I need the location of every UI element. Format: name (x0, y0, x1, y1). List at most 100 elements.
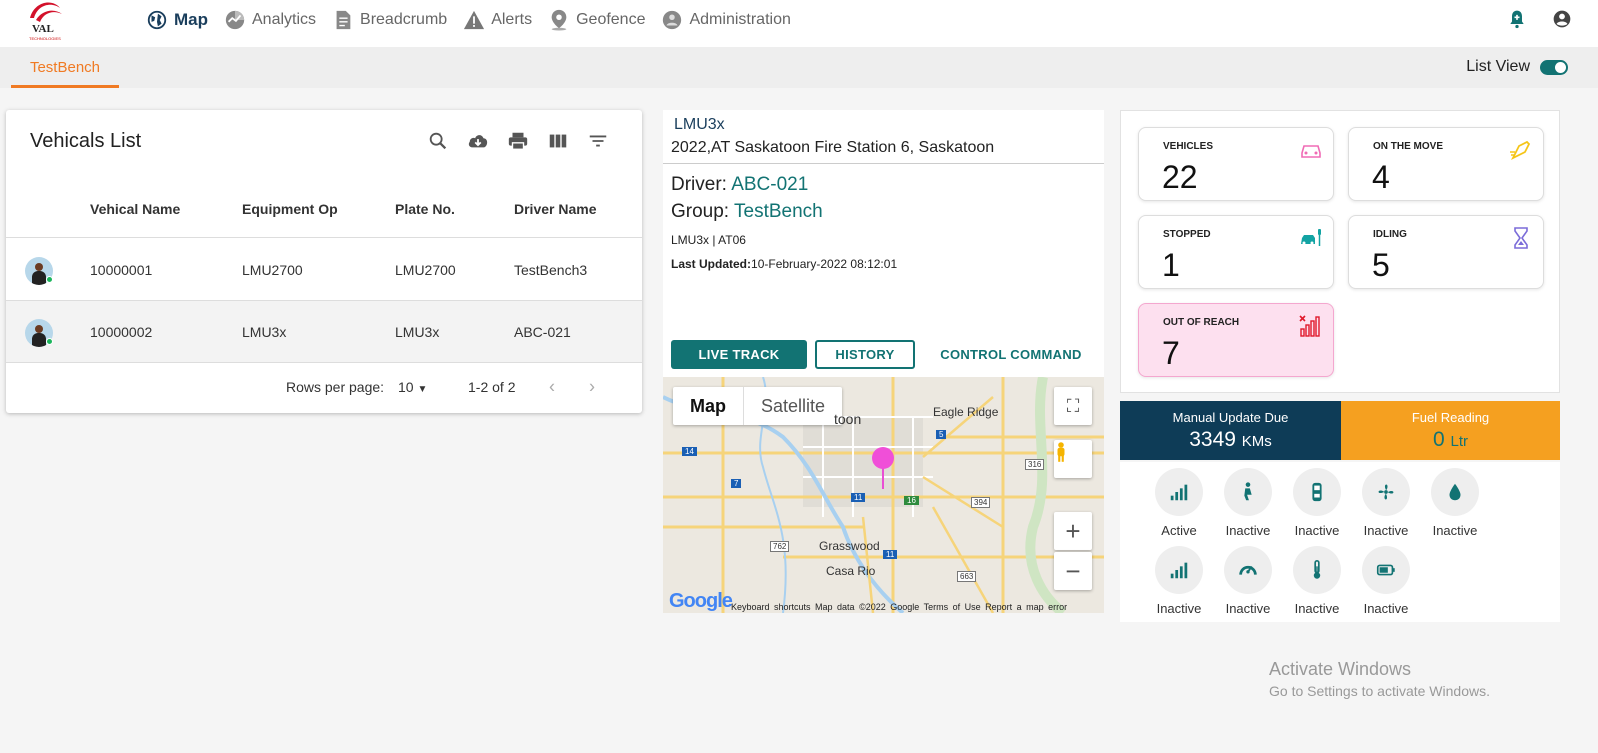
dropdown-arrow-icon: ▼ (417, 384, 428, 395)
map-view[interactable]: Map Satellite ⛶ + − toon Eagle Ridge Gra… (663, 377, 1104, 613)
column-header-vehical-name[interactable]: Vehical Name (90, 201, 180, 217)
device-title: LMU3x (674, 116, 725, 133)
nav-label: Geofence (576, 11, 646, 28)
sensor-status: Inactive (1432, 523, 1478, 538)
speedometer-icon (1239, 565, 1257, 575)
fuel-reading-label: Fuel Reading (1411, 410, 1490, 425)
tab-testbench[interactable]: TestBench (11, 47, 119, 88)
battery-icon (1376, 564, 1395, 576)
tab-bar: TestBench List View (0, 47, 1598, 88)
nav-item-administration[interactable]: Administration (661, 9, 791, 31)
zoom-in-button[interactable]: + (1054, 512, 1092, 550)
stat-idling[interactable]: IDLING 5 (1348, 215, 1544, 289)
next-page-icon[interactable]: › (589, 377, 595, 398)
windows-activation-watermark: Activate Windows Go to Settings to activ… (1269, 659, 1490, 699)
vehicle-list-title: Vehicals List (30, 130, 142, 152)
stat-label: IDLING (1373, 229, 1407, 240)
sensor-status: Inactive (1225, 523, 1271, 538)
group-value: TestBench (734, 201, 823, 222)
stats-panel: VEHICLES 22 ON THE MOVE 4 STOPPED 1 IDLI… (1120, 110, 1560, 393)
stat-out-of-reach[interactable]: OUT OF REACH 7 (1138, 303, 1334, 377)
seat-icon (1244, 482, 1252, 501)
logo-swoosh-icon (30, 2, 62, 22)
column-header-plate[interactable]: Plate No. (395, 201, 455, 217)
map-shield: 663 (957, 571, 977, 582)
list-view-label: List View (1466, 58, 1530, 75)
sensor-seat[interactable]: Inactive (1218, 468, 1278, 538)
device-info: LMU3x | AT06 (671, 233, 746, 247)
driver-value: ABC-021 (731, 174, 809, 195)
sensor-speed[interactable]: Inactive (1218, 546, 1278, 616)
view-columns-icon[interactable] (547, 130, 569, 152)
table-row[interactable]: 10000001 LMU2700 LMU2700 TestBench3 (6, 239, 642, 301)
rows-per-page-select[interactable]: 10 ▼ (398, 379, 427, 395)
nav-label: Analytics (252, 11, 317, 28)
control-command-button[interactable]: CONTROL COMMAND (931, 340, 1091, 369)
nav-label: Alerts (491, 11, 533, 28)
nav-item-alerts[interactable]: Alerts (463, 9, 532, 31)
map-shield: 16 (904, 496, 919, 505)
sensor-signal[interactable]: Active (1149, 468, 1209, 538)
manual-update-label: Manual Update Due (1172, 410, 1289, 425)
nav-item-geofence[interactable]: Geofence (548, 9, 645, 31)
print-icon[interactable] (507, 130, 529, 152)
nav-item-breadcrumb[interactable]: Breadcrumb (332, 9, 447, 31)
column-header-driver[interactable]: Driver Name (514, 201, 597, 217)
live-track-button[interactable]: LIVE TRACK (671, 340, 807, 369)
equipment-cell: LMU3x (242, 323, 287, 340)
thermometer-icon (1313, 560, 1321, 579)
group-line: Group: TestBench (671, 201, 823, 223)
stat-label: ON THE MOVE (1373, 141, 1444, 152)
table-row[interactable]: 10000002 LMU3x LMU3x ABC-021 (6, 301, 642, 363)
fuel-reading-reading: 0 Ltr (1341, 428, 1560, 452)
stat-label: STOPPED (1163, 229, 1211, 240)
map-footer[interactable]: Keyboard shortcuts Map data ©2022 Google… (731, 602, 1067, 612)
map-tab-map[interactable]: Map (673, 387, 744, 425)
table-pagination: Rows per page: 10 ▼ 1-2 of 2 ‹ › (6, 364, 642, 410)
top-icons (1507, 9, 1572, 29)
map-label-casa-rio: Casa Rio (826, 564, 876, 578)
sensor-temperature[interactable]: Inactive (1287, 546, 1347, 616)
sensor-fuel[interactable]: Inactive (1425, 468, 1485, 538)
notification-bell-icon[interactable] (1507, 9, 1527, 29)
rows-per-page-value: 10 (398, 379, 414, 395)
list-view-toggle[interactable] (1540, 59, 1568, 75)
map-label-grasswood: Grasswood (819, 539, 880, 553)
sensor-fan[interactable]: Inactive (1356, 468, 1416, 538)
search-icon[interactable] (427, 130, 449, 152)
table-header: Vehical Name Equipment Op Plate No. Driv… (6, 180, 642, 238)
sensor-status: Inactive (1225, 601, 1271, 616)
stat-stopped[interactable]: STOPPED 1 (1138, 215, 1334, 289)
street-view-icon[interactable] (1054, 440, 1092, 478)
signal-icon (1170, 562, 1188, 579)
sensor-signal-2[interactable]: Inactive (1149, 546, 1209, 616)
nav-item-map[interactable]: Map (146, 9, 208, 31)
vehicle-name-cell: 10000001 (90, 261, 153, 278)
driver-cell: TestBench3 (514, 261, 588, 278)
nav-item-analytics[interactable]: Analytics (224, 9, 316, 31)
map-type-toggle: Map Satellite (673, 387, 843, 425)
cloud-download-icon[interactable] (467, 130, 489, 152)
sensor-status: Inactive (1363, 523, 1409, 538)
fullscreen-icon[interactable]: ⛶ (1054, 387, 1092, 425)
history-button[interactable]: HISTORY (815, 340, 915, 369)
sensor-door[interactable]: Inactive (1287, 468, 1347, 538)
column-header-equipment[interactable]: Equipment Op (242, 201, 338, 217)
no-signal-icon (1299, 315, 1320, 337)
fuel-reading-value: 0 (1432, 428, 1445, 451)
filter-icon[interactable] (587, 130, 609, 152)
stat-on-the-move[interactable]: ON THE MOVE 4 (1348, 127, 1544, 201)
company-logo[interactable]: VAL TECHNOLOGIES (26, 0, 66, 42)
plate-cell: LMU2700 (395, 261, 456, 278)
stat-vehicles[interactable]: VEHICLES 22 (1138, 127, 1334, 201)
prev-page-icon[interactable]: ‹ (549, 377, 555, 398)
map-shield: 7 (731, 479, 742, 488)
manual-update-panel: Manual Update Due 3349 KMs (1120, 401, 1341, 460)
account-icon[interactable] (1552, 9, 1572, 29)
car-icon (1301, 145, 1321, 158)
zoom-out-button[interactable]: − (1054, 552, 1092, 590)
stat-label: VEHICLES (1163, 141, 1214, 152)
map-tab-satellite[interactable]: Satellite (744, 387, 842, 425)
fuel-drop-icon (1449, 483, 1461, 501)
sensor-battery[interactable]: Inactive (1356, 546, 1416, 616)
